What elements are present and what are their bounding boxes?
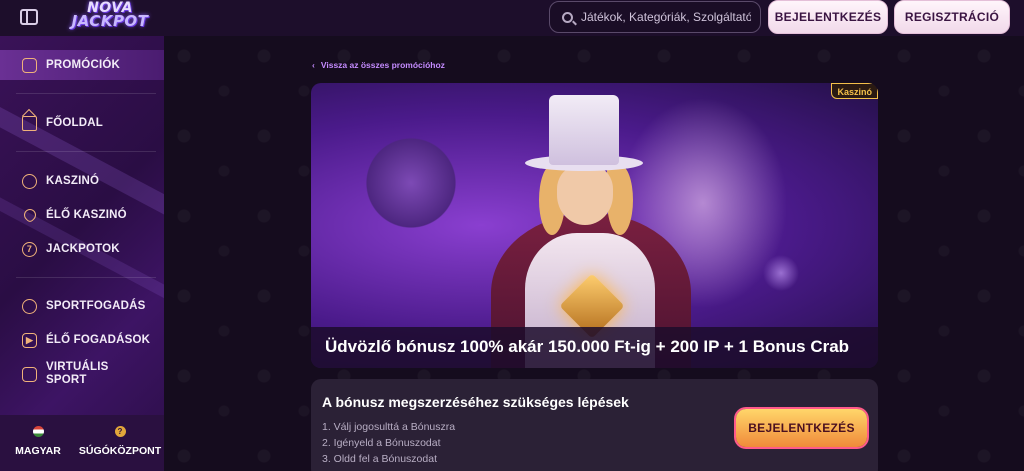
divider <box>16 277 156 278</box>
sidebar-item-label: KASZINÓ <box>46 175 100 187</box>
ball-icon <box>22 298 37 314</box>
sidebar-item-live-casino[interactable]: ÉLŐ KASZINÓ <box>0 200 164 230</box>
sidebar-item-virtual-sport[interactable]: VIRTUÁLIS SPORT <box>0 358 164 390</box>
category-badge: Kaszinó <box>831 83 878 99</box>
promo-banner: Kaszinó Üdvözlő bónusz 100% akár 150.000… <box>311 83 878 368</box>
chip-icon <box>22 173 37 189</box>
home-icon <box>22 115 37 131</box>
sidebar-item-home[interactable]: FŐOLDAL <box>0 108 164 138</box>
language-label: MAGYAR <box>15 445 61 457</box>
banner-title-bar: Üdvözlő bónusz 100% akár 150.000 Ft-ig +… <box>311 327 878 368</box>
search-input[interactable] <box>581 10 751 24</box>
back-link-label: Vissza az összes promócióhoz <box>320 60 445 70</box>
chevron-left-icon: ‹ <box>312 60 315 70</box>
sidebar-item-live-bets[interactable]: ▶ ÉLŐ FOGADÁSOK <box>0 325 164 355</box>
sidebar-item-label: JACKPOTOK <box>46 243 120 255</box>
search-box[interactable] <box>549 1 761 33</box>
divider <box>16 151 156 152</box>
sidebar-item-sports-betting[interactable]: SPORTFOGADÁS <box>0 291 164 321</box>
banner-title: Üdvözlő bónusz 100% akár 150.000 Ft-ig +… <box>325 337 850 356</box>
sidebar-toggle-icon[interactable] <box>20 9 38 25</box>
sidebar-item-label: ÉLŐ KASZINÓ <box>46 209 127 221</box>
banner-illustration <box>557 165 613 225</box>
sidebar-item-casino[interactable]: KASZINÓ <box>0 166 164 196</box>
divider <box>16 93 156 94</box>
logo-line2: JACKPOT <box>71 12 149 30</box>
help-center-link[interactable]: ? SÚGÓKÖZPONT <box>78 426 162 457</box>
clover-icon <box>21 206 39 224</box>
step-item: 1. Válj jogosulttá a Bónuszra <box>322 421 456 433</box>
sidebar: PROMÓCIÓK FŐOLDAL KASZINÓ ÉLŐ KASZINÓ 7 … <box>0 36 164 471</box>
hungarian-flag-icon <box>32 426 44 437</box>
help-label: SÚGÓKÖZPONT <box>78 445 162 457</box>
seven-icon: 7 <box>22 241 37 257</box>
top-bar: NOVA JACKPOT BEJELENTKEZÉS REGISZTRÁCIÓ <box>0 0 1024 36</box>
sidebar-item-label: FŐOLDAL <box>46 117 103 129</box>
gamepad-icon <box>22 366 37 382</box>
search-icon <box>562 11 573 23</box>
steps-title: A bónusz megszerzéséhez szükséges lépése… <box>322 394 629 410</box>
logo[interactable]: NOVA JACKPOT <box>62 1 158 32</box>
live-icon: ▶ <box>22 332 37 348</box>
register-button[interactable]: REGISZTRÁCIÓ <box>894 0 1010 34</box>
step-item: 3. Oldd fel a Bónuszodat <box>322 453 437 465</box>
step-item: 2. Igényeld a Bónuszodat <box>322 437 441 449</box>
sidebar-item-label: SPORTFOGADÁS <box>46 300 146 312</box>
sidebar-item-promotions[interactable]: PROMÓCIÓK <box>0 50 164 80</box>
sidebar-item-label: VIRTUÁLIS SPORT <box>46 361 109 386</box>
bonus-steps-card: A bónusz megszerzéséhez szükséges lépése… <box>311 379 878 471</box>
sidebar-item-label: PROMÓCIÓK <box>46 59 120 71</box>
back-to-promotions-link[interactable]: ‹ Vissza az összes promócióhoz <box>312 60 445 70</box>
sidebar-item-jackpots[interactable]: 7 JACKPOTOK <box>0 234 164 264</box>
sidebar-item-label: ÉLŐ FOGADÁSOK <box>46 334 151 346</box>
help-icon: ? <box>114 426 126 437</box>
gift-icon <box>22 57 37 73</box>
login-cta-button[interactable]: BEJELENTKEZÉS <box>736 409 867 447</box>
login-button[interactable]: BEJELENTKEZÉS <box>768 0 888 34</box>
banner-illustration <box>549 95 619 165</box>
language-selector[interactable]: MAGYAR <box>10 426 66 457</box>
